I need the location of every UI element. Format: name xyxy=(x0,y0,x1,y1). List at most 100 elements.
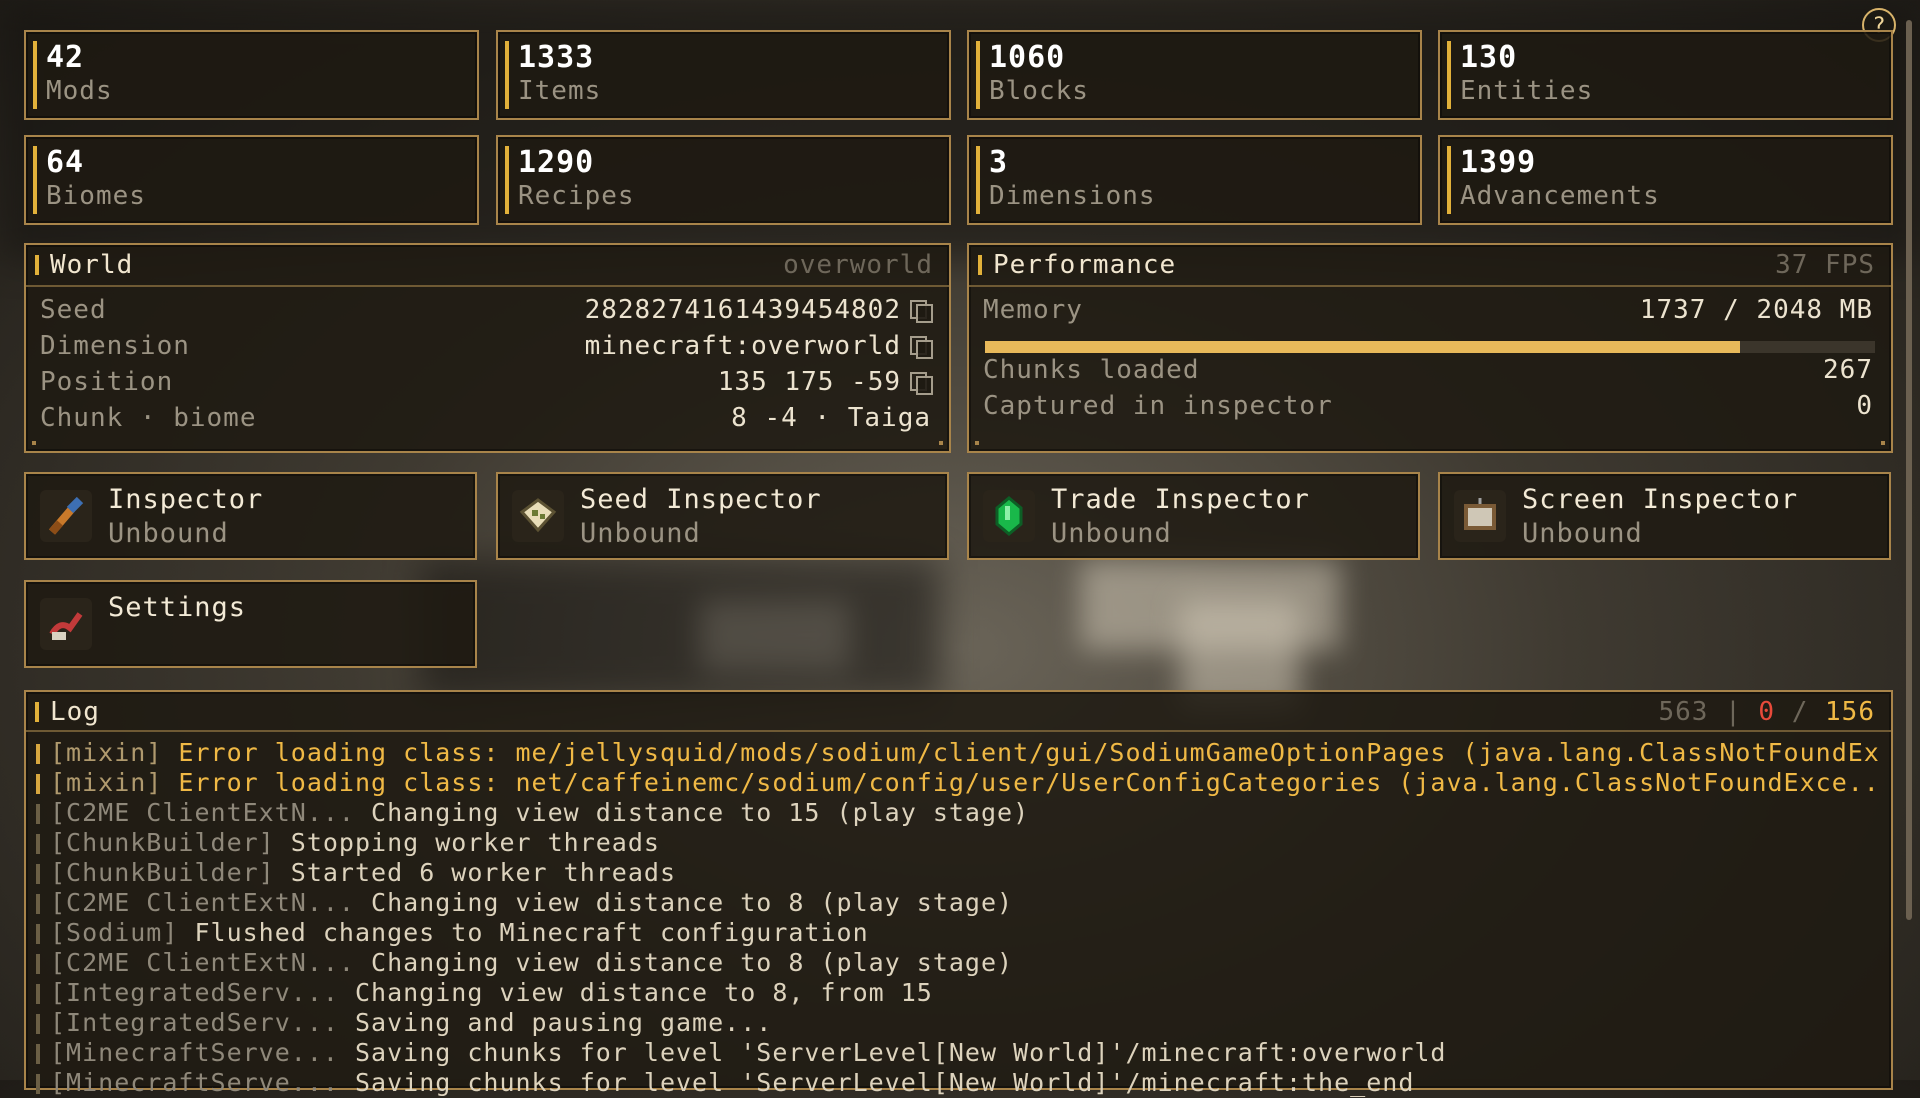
log-message: Changing view distance to 15 (play stage… xyxy=(371,798,1030,827)
captured-row: Captured in inspector 0 xyxy=(983,391,1873,427)
map-icon xyxy=(512,490,564,542)
log-source: [mixin] xyxy=(50,768,179,797)
memory-bar-fill xyxy=(985,341,1740,353)
memory-value: 1737 / 2048 MB xyxy=(1639,295,1873,325)
spyglass-icon xyxy=(40,490,92,542)
world-dimension-value: minecraft:overworld xyxy=(584,331,901,361)
stat-accent xyxy=(505,41,509,109)
log-message: Error loading class: net/caffeinemc/sodi… xyxy=(178,768,1881,797)
log-separator: | xyxy=(1725,697,1742,727)
log-line: [IntegratedServ... Changing view distanc… xyxy=(36,978,1881,1008)
stat-accent xyxy=(976,146,980,214)
stat-label: Entities xyxy=(1460,76,1594,106)
stat-label: Items xyxy=(518,76,602,106)
log-source: [ChunkBuilder] xyxy=(50,858,291,887)
performance-header: Performance 37 FPS xyxy=(969,245,1891,287)
world-title: World xyxy=(50,250,134,280)
stat-biomes: 64 Biomes xyxy=(24,135,479,225)
copy-icon[interactable] xyxy=(909,371,933,395)
stat-label: Blocks xyxy=(989,76,1089,106)
log-level-marker xyxy=(36,774,40,794)
log-message: Changing view distance to 8 (play stage) xyxy=(371,948,1014,977)
log-total: 563 xyxy=(1658,697,1709,727)
copy-icon[interactable] xyxy=(909,299,933,323)
seed-inspector-button[interactable]: Seed Inspector Unbound xyxy=(496,472,949,560)
stat-label: Recipes xyxy=(518,181,635,211)
log-message: Saving chunks for level 'ServerLevel[New… xyxy=(354,1038,1447,1067)
stat-value: 42 xyxy=(46,40,85,75)
stat-label: Biomes xyxy=(46,181,146,211)
tool-binding: Unbound xyxy=(1522,518,1643,549)
chunks-row: Chunks loaded 267 xyxy=(983,355,1873,391)
copy-icon[interactable] xyxy=(909,335,933,359)
log-source: [MinecraftServe... xyxy=(50,1038,355,1067)
world-row-position: Position 135 175 -59 xyxy=(40,367,933,403)
stat-label: Advancements xyxy=(1460,181,1660,211)
stat-mods: 42 Mods xyxy=(24,30,479,120)
log-source: [IntegratedServ... xyxy=(50,978,355,1007)
stat-accent xyxy=(976,41,980,109)
performance-panel: Performance 37 FPS Memory 1737 / 2048 MB… xyxy=(967,243,1893,453)
corner-dot xyxy=(1881,441,1885,445)
log-source: [C2ME ClientExtN... xyxy=(50,948,372,977)
log-errors: 0 xyxy=(1758,697,1776,727)
chunks-label: Chunks loaded xyxy=(983,355,1200,385)
log-level-marker xyxy=(36,1014,40,1034)
stat-label: Dimensions xyxy=(989,181,1156,211)
corner-dot xyxy=(32,441,36,445)
stat-value: 1399 xyxy=(1460,145,1537,180)
log-title: Log xyxy=(50,697,100,727)
fps-readout: 37 FPS xyxy=(1775,250,1875,280)
stat-value: 130 xyxy=(1460,40,1518,75)
performance-title: Performance xyxy=(993,250,1177,280)
log-level-marker xyxy=(36,864,40,884)
tool-binding: Unbound xyxy=(1051,518,1172,549)
log-line: [MinecraftServe... Saving chunks for lev… xyxy=(36,1068,1881,1098)
stat-accent xyxy=(33,146,37,214)
log-line: [ChunkBuilder] Started 6 worker threads xyxy=(36,858,1881,888)
inspector-button[interactable]: Inspector Unbound xyxy=(24,472,477,560)
stat-advancements: 1399 Advancements xyxy=(1438,135,1893,225)
log-line: [Sodium] Flushed changes to Minecraft co… xyxy=(36,918,1881,948)
world-row-key: Dimension xyxy=(40,331,190,361)
log-slash: / xyxy=(1791,697,1809,727)
log-message: Changing view distance to 8 (play stage) xyxy=(371,888,1014,917)
trade-inspector-button[interactable]: Trade Inspector Unbound xyxy=(967,472,1420,560)
log-source: [mixin] xyxy=(50,738,179,767)
log-header: Log 563 | 0 / 156 xyxy=(26,692,1891,732)
stat-accent xyxy=(505,146,509,214)
log-line: [ChunkBuilder] Stopping worker threads xyxy=(36,828,1881,858)
stat-value: 1060 xyxy=(989,40,1066,75)
tool-name: Seed Inspector xyxy=(580,484,822,515)
world-dimension-tag: overworld xyxy=(783,250,933,280)
stat-accent xyxy=(1447,41,1451,109)
log-panel: Log 563 | 0 / 156 [mixin] Error loading … xyxy=(24,690,1893,1097)
stat-label: Mods xyxy=(46,76,113,106)
page-scrollbar[interactable] xyxy=(1906,20,1912,920)
stat-value: 3 xyxy=(989,145,1009,180)
log-level-marker xyxy=(36,954,40,974)
screen-inspector-button[interactable]: Screen Inspector Unbound xyxy=(1438,472,1891,560)
world-seed-value: 2828274161439454802 xyxy=(584,295,901,325)
painting-icon xyxy=(1454,490,1506,542)
stat-accent xyxy=(33,41,37,109)
log-message: Saving chunks for level 'ServerLevel[New… xyxy=(354,1068,1415,1097)
tool-name: Trade Inspector xyxy=(1051,484,1310,515)
log-level-marker xyxy=(36,984,40,1004)
log-line: [mixin] Error loading class: net/caffein… xyxy=(36,768,1881,798)
stat-accent xyxy=(1447,146,1451,214)
captured-value: 0 xyxy=(1856,391,1873,421)
settings-button[interactable]: Settings xyxy=(24,580,477,668)
corner-dot xyxy=(939,441,943,445)
world-row-key: Chunk · biome xyxy=(40,403,257,433)
stat-entities: 130 Entities xyxy=(1438,30,1893,120)
tool-binding: Unbound xyxy=(580,518,701,549)
log-source: [Sodium] xyxy=(50,918,195,947)
log-source: [IntegratedServ... xyxy=(50,1008,355,1037)
log-line: [IntegratedServ... Saving and pausing ga… xyxy=(36,1008,1881,1038)
settings-icon xyxy=(40,598,92,650)
stat-value: 1333 xyxy=(518,40,595,75)
log-message: Stopping worker threads xyxy=(290,828,660,857)
log-source: [ChunkBuilder] xyxy=(50,828,291,857)
log-warnings: 156 xyxy=(1825,697,1875,727)
